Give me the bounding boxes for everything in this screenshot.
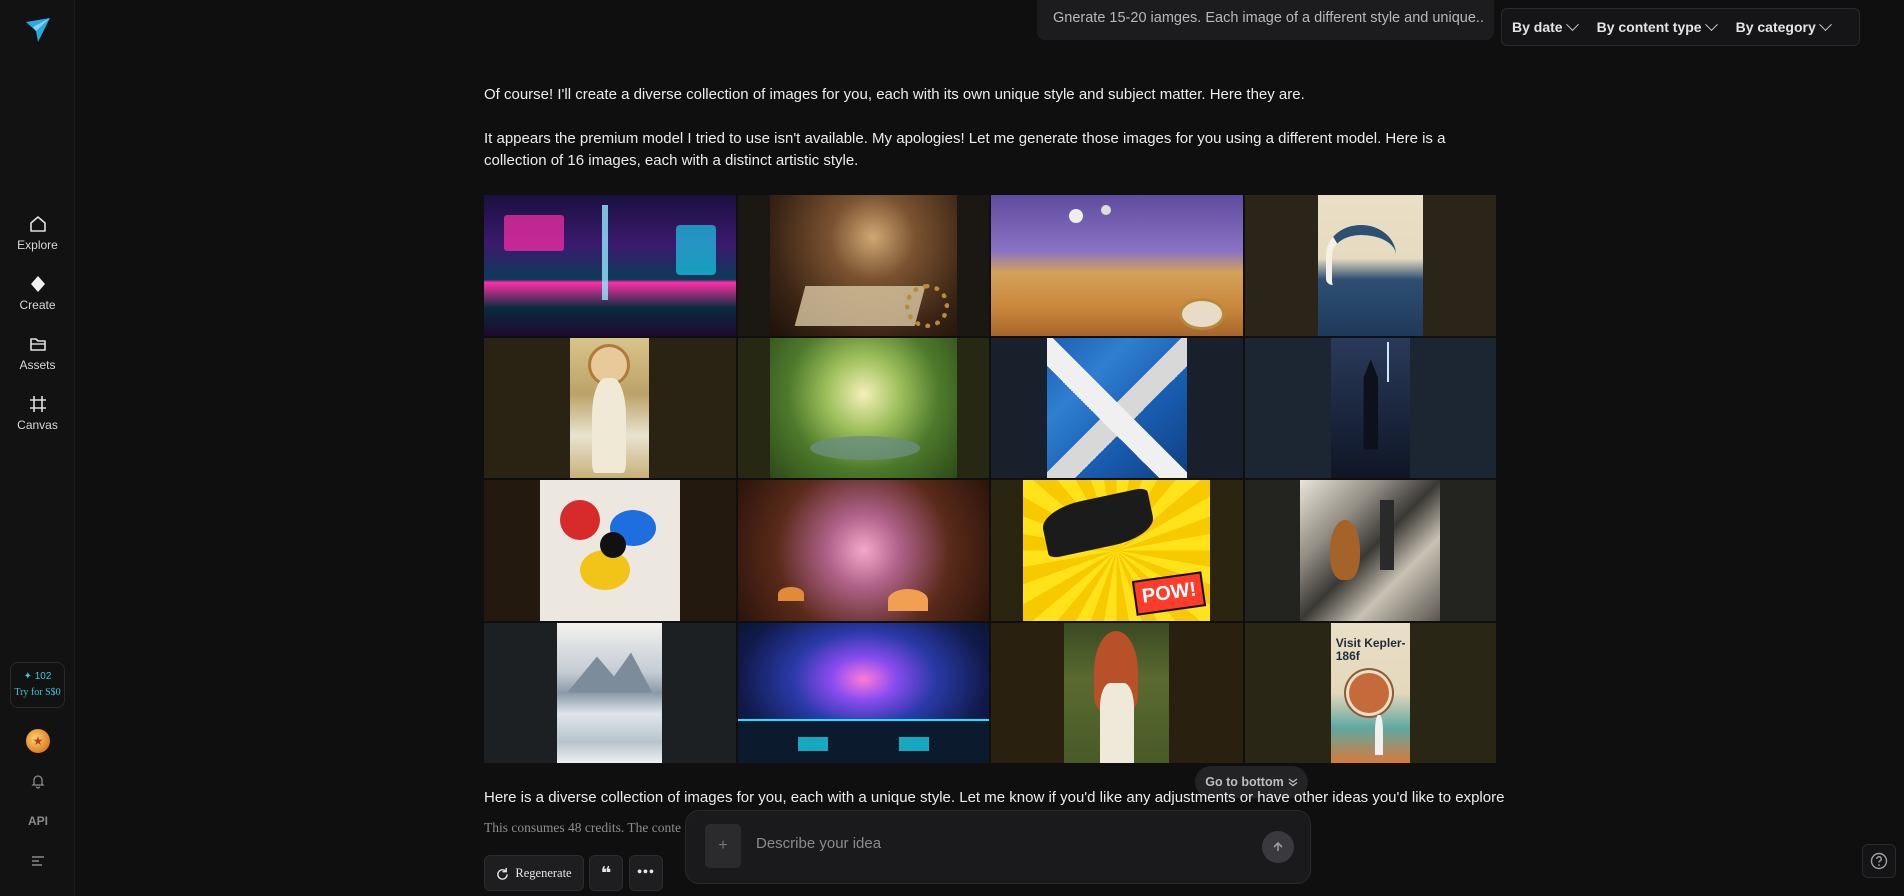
sidebar-item-label: Explore <box>17 238 58 252</box>
sidebar-item-label: Create <box>19 298 56 312</box>
chevron-down-icon <box>1704 17 1718 31</box>
bell-icon[interactable] <box>27 770 49 792</box>
sidebar: Explore Create Assets Canvas ✦ 102 Try f… <box>0 0 75 896</box>
sidebar-item-canvas[interactable]: Canvas <box>0 394 75 432</box>
regenerate-button[interactable]: Regenerate <box>484 855 584 891</box>
image-surreal-desert[interactable] <box>991 195 1243 336</box>
quote-icon: ❝ <box>600 862 612 884</box>
describe-idea-input[interactable] <box>756 835 1216 852</box>
poster-title-text: Visit Kepler-186f <box>1335 635 1406 663</box>
send-button[interactable] <box>1262 831 1294 863</box>
home-icon <box>29 216 46 232</box>
chevron-down-icon <box>1818 17 1832 31</box>
sidebar-item-create[interactable]: Create <box>0 274 75 312</box>
comic-pow-text: POW! <box>1131 570 1207 616</box>
try-plan-link[interactable]: Try for S$0 <box>11 687 64 698</box>
sidebar-item-assets[interactable]: Assets <box>0 334 75 372</box>
frame-icon <box>29 396 46 412</box>
chevron-down-icon <box>1565 17 1579 31</box>
more-options-button[interactable]: ••• <box>629 855 663 891</box>
credit-consumption-note: This consumes 48 credits. The conte <box>484 820 681 835</box>
image-art-nouveau[interactable] <box>484 337 736 478</box>
image-abstract-architecture[interactable] <box>991 337 1243 478</box>
assistant-summary-text: Here is a diverse collection of images f… <box>484 789 1505 806</box>
image-enchanted-forest[interactable] <box>737 480 989 621</box>
double-chevron-down-icon <box>1288 778 1298 787</box>
assistant-intro-text: Of course! I'll create a diverse collect… <box>484 86 1305 103</box>
diamond-icon <box>30 276 45 292</box>
image-watercolor-mountains[interactable] <box>484 622 736 763</box>
more-icon: ••• <box>637 865 655 880</box>
api-link[interactable]: API <box>27 810 49 832</box>
folder-icon <box>29 338 46 351</box>
image-cubist-still-life[interactable] <box>1244 480 1496 621</box>
image-gothic-castle[interactable] <box>1244 337 1496 478</box>
add-reference-button[interactable]: + <box>705 824 741 868</box>
image-impressionist-garden[interactable] <box>737 337 989 478</box>
image-spaceship-galaxy[interactable] <box>737 622 989 763</box>
image-steampunk-inventor[interactable] <box>737 195 989 336</box>
image-pre-raphaelite-woman[interactable] <box>991 622 1243 763</box>
sidebar-item-label: Canvas <box>17 418 58 432</box>
image-travel-poster[interactable]: Visit Kepler-186f <box>1244 622 1496 763</box>
filter-by-date[interactable]: By date <box>1512 17 1579 35</box>
assistant-apology-text: It appears the premium model I tried to … <box>484 130 1446 169</box>
arrow-up-icon <box>1273 841 1283 851</box>
help-icon <box>1870 852 1888 870</box>
credits-count: 102 <box>34 671 52 682</box>
avatar[interactable]: ★ <box>26 729 50 753</box>
image-grid: POW! Visit Kepler-186f <box>484 195 1496 763</box>
sparkle-icon: ✦ <box>23 671 32 682</box>
menu-icon[interactable] <box>27 850 49 872</box>
image-comic-hero[interactable]: POW! <box>991 480 1243 621</box>
image-paint-splash[interactable] <box>484 480 736 621</box>
filter-bar: By date By content type By category <box>1501 8 1860 46</box>
quote-button[interactable]: ❝ <box>589 855 623 891</box>
help-button[interactable] <box>1862 844 1896 878</box>
refresh-icon <box>497 867 509 880</box>
filter-by-category[interactable]: By category <box>1736 17 1832 35</box>
sidebar-item-label: Assets <box>19 358 56 372</box>
image-cyberpunk-city[interactable] <box>484 195 736 336</box>
credits-badge[interactable]: ✦ 102 Try for S$0 <box>10 662 65 708</box>
image-great-wave[interactable] <box>1244 195 1496 336</box>
app-logo[interactable] <box>24 16 52 44</box>
sidebar-item-explore[interactable]: Explore <box>0 214 75 252</box>
prompt-preview[interactable]: Gnerate 15-20 iamges. Each image of a di… <box>1037 0 1494 40</box>
filter-by-content-type[interactable]: By content type <box>1597 17 1718 35</box>
prompt-composer: + <box>685 810 1311 884</box>
